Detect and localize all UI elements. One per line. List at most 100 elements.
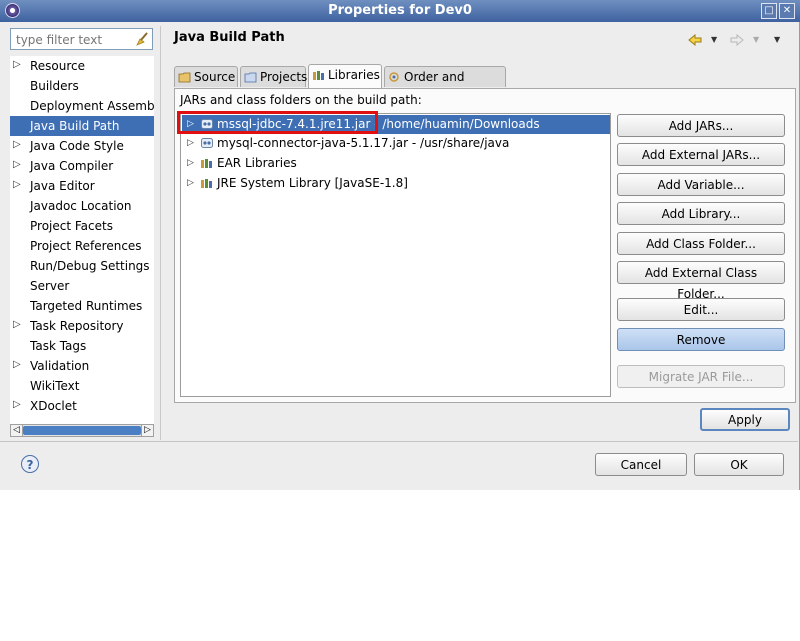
library-entries-tree: ▷ mssql-jdbc-7.4.1.jre11.jar - /home/hua… — [180, 113, 611, 397]
expand-arrow-icon[interactable]: ▷ — [13, 56, 23, 74]
nav-item-wikitext[interactable]: WikiText — [10, 376, 154, 396]
back-arrow-icon[interactable] — [688, 34, 702, 46]
nav-item-label: Java Editor — [30, 179, 95, 193]
nav-item-label: Javadoc Location — [30, 199, 132, 213]
nav-item-builders[interactable]: Builders — [10, 76, 154, 96]
source-folder-icon — [178, 71, 191, 83]
tab-libraries[interactable]: Libraries — [308, 64, 382, 88]
expand-arrow-icon[interactable]: ▷ — [187, 154, 194, 173]
library-entry[interactable]: ▷ JRE System Library [JavaSE-1.8] — [182, 174, 610, 193]
add-jars-button[interactable]: Add JARs... — [617, 114, 785, 137]
scroll-right-icon[interactable]: ▷ — [141, 425, 153, 436]
nav-item-label: Deployment Assembly — [30, 99, 154, 113]
window-title: Properties for Dev0 — [328, 3, 472, 18]
library-entry[interactable]: ▷ mysql-connector-java-5.1.17.jar - /usr… — [182, 134, 610, 153]
filter-input[interactable] — [14, 32, 136, 48]
nav-item-task-tags[interactable]: Task Tags — [10, 336, 154, 356]
nav-item-label: Java Build Path — [30, 119, 120, 133]
library-entry-label: mysql-connector-java-5.1.17.jar - /usr/s… — [217, 136, 510, 150]
expand-arrow-icon[interactable]: ▷ — [13, 136, 23, 154]
nav-item-java-build-path[interactable]: Java Build Path — [10, 116, 154, 136]
nav-item-label: Builders — [30, 79, 79, 93]
scrollbar-thumb[interactable] — [23, 426, 141, 435]
properties-dialog: Properties for Dev0 □ ✕ ▷ Resource Build… — [0, 0, 800, 490]
tab-projects[interactable]: Projects — [240, 66, 308, 87]
nav-item-label: XDoclet — [30, 399, 77, 413]
pane-divider[interactable] — [160, 26, 161, 440]
footer-divider — [0, 441, 798, 442]
nav-horizontal-scrollbar[interactable]: ◁ ▷ — [10, 424, 154, 437]
build-path-label: JARs and class folders on the build path… — [180, 93, 422, 107]
nav-item-label: Project Facets — [30, 219, 113, 233]
nav-item-project-facets[interactable]: Project Facets — [10, 216, 154, 236]
remove-button[interactable]: Remove — [617, 328, 785, 351]
nav-item-targeted-runtimes[interactable]: Targeted Runtimes — [10, 296, 154, 316]
nav-item-label: Java Compiler — [30, 159, 114, 173]
edit-button[interactable]: Edit... — [617, 298, 785, 321]
nav-item-label: Task Repository — [30, 319, 124, 333]
projects-icon — [244, 71, 257, 83]
add-class-folder-button[interactable]: Add Class Folder... — [617, 232, 785, 255]
apply-button[interactable]: Apply — [700, 408, 790, 431]
expand-arrow-icon[interactable]: ▷ — [13, 356, 23, 374]
nav-item-java-compiler[interactable]: ▷ Java Compiler — [10, 156, 154, 176]
clear-filter-icon[interactable] — [135, 32, 149, 46]
nav-item-label: Resource — [30, 59, 86, 73]
order-export-icon — [388, 71, 401, 83]
nav-item-run-debug-settings[interactable]: Run/Debug Settings — [10, 256, 154, 276]
library-entry-label: EAR Libraries — [217, 156, 297, 170]
migrate-jar-button[interactable]: Migrate JAR File... — [617, 365, 785, 388]
nav-item-xdoclet[interactable]: ▷ XDoclet — [10, 396, 154, 416]
nav-item-label: Java Code Style — [30, 139, 124, 153]
nav-item-label: Validation — [30, 359, 90, 373]
add-library-button[interactable]: Add Library... — [617, 202, 785, 225]
expand-arrow-icon[interactable]: ▷ — [13, 156, 23, 174]
view-menu-icon[interactable]: ▼ — [774, 35, 780, 44]
filter-field[interactable] — [10, 28, 153, 50]
library-entry[interactable]: ▷ EAR Libraries — [182, 154, 610, 173]
nav-item-server[interactable]: Server — [10, 276, 154, 296]
back-dropdown-icon[interactable]: ▼ — [711, 35, 717, 44]
nav-item-resource[interactable]: ▷ Resource — [10, 56, 154, 76]
nav-item-label: Task Tags — [30, 339, 87, 353]
expand-arrow-icon[interactable]: ▷ — [187, 134, 194, 153]
forward-dropdown-icon[interactable]: ▼ — [753, 35, 759, 44]
nav-item-label: Targeted Runtimes — [30, 299, 143, 313]
close-button[interactable]: ✕ — [779, 3, 795, 19]
scroll-left-icon[interactable]: ◁ — [11, 425, 23, 436]
add-variable-button[interactable]: Add Variable... — [617, 173, 785, 196]
nav-item-javadoc-location[interactable]: Javadoc Location — [10, 196, 154, 216]
expand-arrow-icon[interactable]: ▷ — [187, 174, 194, 193]
tab-label: Libraries — [328, 68, 380, 82]
ok-button[interactable]: OK — [694, 453, 784, 476]
library-icon — [201, 179, 212, 188]
nav-item-task-repository[interactable]: ▷ Task Repository — [10, 316, 154, 336]
page-title: Java Build Path — [174, 30, 285, 45]
tab-order-and-export[interactable]: Order and Export — [384, 66, 506, 104]
expand-arrow-icon[interactable]: ▷ — [13, 176, 23, 194]
expand-arrow-icon[interactable]: ▷ — [13, 316, 23, 334]
jar-icon — [201, 138, 213, 148]
nav-item-validation[interactable]: ▷ Validation — [10, 356, 154, 376]
nav-item-java-code-style[interactable]: ▷ Java Code Style — [10, 136, 154, 156]
add-external-jars-button[interactable]: Add External JARs... — [617, 143, 785, 166]
tab-label: Projects — [260, 70, 308, 84]
nav-item-deployment-assembly[interactable]: Deployment Assembly — [10, 96, 154, 116]
expand-arrow-icon[interactable]: ▷ — [13, 396, 23, 414]
nav-item-project-references[interactable]: Project References — [10, 236, 154, 256]
forward-arrow-icon[interactable] — [730, 34, 744, 46]
nav-item-java-editor[interactable]: ▷ Java Editor — [10, 176, 154, 196]
nav-item-label: WikiText — [30, 379, 80, 393]
nav-item-label: Server — [30, 279, 70, 293]
cancel-button[interactable]: Cancel — [595, 453, 687, 476]
library-entry-label: JRE System Library [JavaSE-1.8] — [217, 176, 408, 190]
annotation-highlight-box — [177, 111, 378, 134]
libraries-icon — [312, 69, 325, 81]
maximize-button[interactable]: □ — [761, 3, 777, 19]
properties-nav-tree: ▷ Resource Builders Deployment Assembly … — [10, 56, 154, 424]
help-icon[interactable]: ? — [21, 455, 39, 473]
title-bar: Properties for Dev0 □ ✕ — [0, 0, 800, 22]
add-external-class-folder-button[interactable]: Add External Class Folder... — [617, 261, 785, 301]
tab-source[interactable]: Source — [174, 66, 238, 87]
library-icon — [201, 159, 212, 168]
